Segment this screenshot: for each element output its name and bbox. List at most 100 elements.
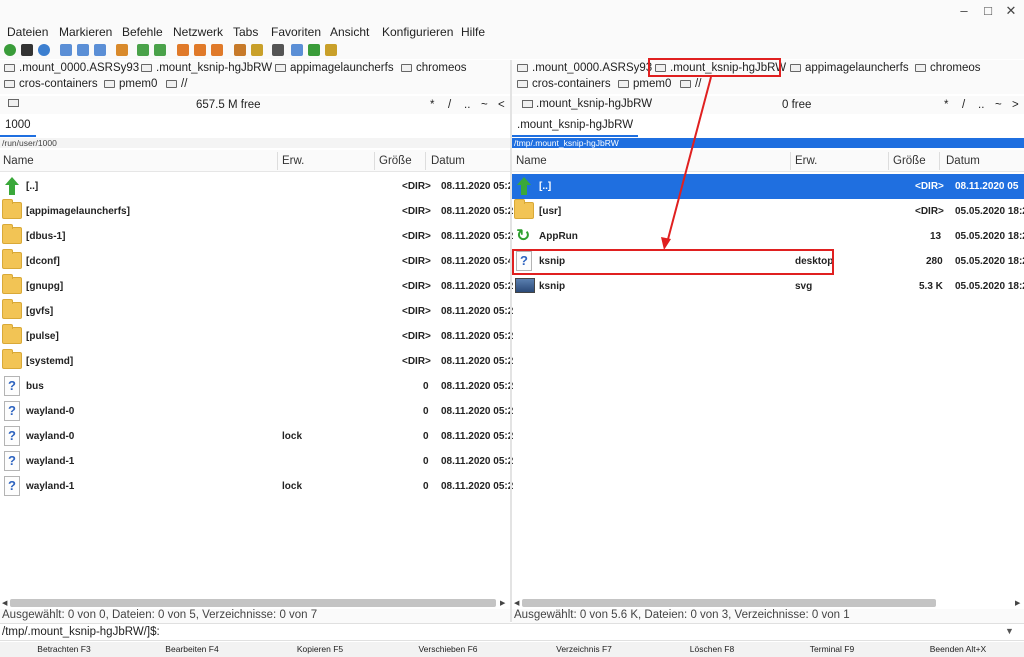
right-path-bar[interactable]: /tmp/.mount_ksnip-hgJbRW	[512, 138, 1024, 148]
left-nav-root[interactable]: *	[430, 99, 434, 111]
menu-ansicht[interactable]: Ansicht	[330, 25, 369, 39]
column-separator[interactable]	[790, 152, 791, 170]
menu-netzwerk[interactable]: Netzwerk	[173, 25, 223, 39]
right-col-ext[interactable]: Erw.	[795, 155, 817, 167]
split-icon[interactable]	[234, 44, 246, 56]
menu-hilfe[interactable]: Hilfe	[461, 25, 485, 39]
table-row[interactable]: [usr] <DIR> 05.05.2020 18:2	[512, 199, 1024, 224]
f9-terminal-button[interactable]: Terminal F9	[768, 644, 896, 654]
left-drive-mount-0000[interactable]: .mount_0000.ASRSy93	[4, 62, 139, 78]
right-col-date[interactable]: Datum	[946, 155, 980, 167]
menu-konfigurieren[interactable]: Konfigurieren	[382, 25, 453, 39]
compare-right-icon[interactable]	[154, 44, 166, 56]
right-nav-home[interactable]: ~	[995, 99, 1002, 111]
compare-left-icon[interactable]	[137, 44, 149, 56]
select-icon[interactable]	[116, 44, 128, 56]
table-row[interactable]: [..] <DIR> 08.11.2020 05:2	[0, 174, 513, 199]
refresh-icon[interactable]	[4, 44, 16, 56]
left-drive-mount-ksnip[interactable]: .mount_ksnip-hgJbRW	[141, 62, 272, 78]
menu-favoriten[interactable]: Favoriten	[271, 25, 321, 39]
unpack-icon[interactable]	[194, 44, 206, 56]
table-row[interactable]: ↻ AppRun 13 05.05.2020 18:2	[512, 224, 1024, 249]
menu-befehle[interactable]: Befehle	[122, 25, 163, 39]
right-drive-cros-containers[interactable]: cros-containers	[517, 78, 611, 94]
right-current-drive[interactable]: .mount_ksnip-hgJbRW	[522, 98, 652, 110]
f7-mkdir-button[interactable]: Verzeichnis F7	[520, 644, 648, 654]
table-row[interactable]: ? wayland-0 lock 0 08.11.2020 05:2	[0, 424, 513, 449]
right-drive-appimagelauncherfs[interactable]: appimagelauncherfs	[790, 62, 909, 78]
right-scroll-left-icon[interactable]: ◀	[514, 599, 519, 607]
column-separator[interactable]	[939, 152, 940, 170]
pane-divider[interactable]	[510, 60, 512, 622]
left-horizontal-scrollbar[interactable]	[10, 599, 496, 607]
left-col-name[interactable]: Name	[3, 155, 34, 167]
network-icon[interactable]	[38, 44, 50, 56]
table-row[interactable]: ? wayland-0 0 08.11.2020 05:2	[0, 399, 513, 424]
f3-view-button[interactable]: Betrachten F3	[0, 644, 128, 654]
table-row[interactable]: [pulse] <DIR> 08.11.2020 05:2	[0, 324, 513, 349]
left-scroll-left-icon[interactable]: ◀	[2, 599, 7, 607]
full-view-icon[interactable]	[77, 44, 89, 56]
f8-delete-button[interactable]: Löschen F8	[648, 644, 776, 654]
left-nav-slash[interactable]: /	[448, 99, 451, 111]
right-drive-chromeos[interactable]: chromeos	[915, 62, 981, 78]
right-tab[interactable]: .mount_ksnip-hgJbRW	[512, 116, 638, 137]
right-scroll-right-icon[interactable]: ▶	[1015, 599, 1020, 607]
left-drive-appimagelauncherfs[interactable]: appimagelauncherfs	[275, 62, 394, 78]
columns-view-icon[interactable]	[94, 44, 106, 56]
left-path-bar[interactable]: /run/user/1000	[0, 138, 510, 148]
multi-rename-icon[interactable]	[291, 44, 303, 56]
left-tab[interactable]: 1000	[0, 116, 36, 137]
table-row[interactable]: ? bus 0 08.11.2020 05:2	[0, 374, 513, 399]
f4-edit-button[interactable]: Bearbeiten F4	[128, 644, 256, 654]
menu-dateien[interactable]: Dateien	[7, 25, 48, 39]
table-row[interactable]: [dconf] <DIR> 08.11.2020 05:4	[0, 249, 513, 274]
table-row[interactable]: ksnip svg 5.3 K 05.05.2020 18:2	[512, 274, 1024, 299]
right-nav-slash[interactable]: /	[962, 99, 965, 111]
left-scroll-right-icon[interactable]: ▶	[500, 599, 505, 607]
pack-icon[interactable]	[177, 44, 189, 56]
left-nav-back[interactable]: <	[498, 99, 505, 111]
table-row[interactable]: [systemd] <DIR> 08.11.2020 05:2	[0, 349, 513, 374]
table-row[interactable]: [gvfs] <DIR> 08.11.2020 05:2	[0, 299, 513, 324]
table-row[interactable]: ? wayland-1 lock 0 08.11.2020 05:2	[0, 474, 513, 499]
table-row[interactable]: [gnupg] <DIR> 08.11.2020 05:2	[0, 274, 513, 299]
left-drive-chromeos[interactable]: chromeos	[401, 62, 467, 78]
left-col-date[interactable]: Datum	[431, 155, 465, 167]
test-archive-icon[interactable]	[211, 44, 223, 56]
left-nav-up[interactable]: ..	[464, 99, 470, 111]
command-input[interactable]	[162, 625, 1002, 640]
left-drive-network[interactable]: //	[166, 78, 187, 94]
right-col-size[interactable]: Größe	[893, 155, 926, 167]
close-icon[interactable]: ✕	[1003, 3, 1019, 19]
terminal-icon[interactable]	[21, 44, 33, 56]
column-separator[interactable]	[425, 152, 426, 170]
exit-button[interactable]: Beenden Alt+X	[894, 644, 1022, 654]
f5-copy-button[interactable]: Kopieren F5	[256, 644, 384, 654]
right-nav-root[interactable]: *	[944, 99, 948, 111]
table-row[interactable]: ? wayland-1 0 08.11.2020 05:2	[0, 449, 513, 474]
column-separator[interactable]	[888, 152, 889, 170]
right-drive-network[interactable]: //	[680, 78, 701, 94]
menu-markieren[interactable]: Markieren	[59, 25, 112, 39]
combine-icon[interactable]	[251, 44, 263, 56]
left-col-ext[interactable]: Erw.	[282, 155, 304, 167]
right-nav-up[interactable]: ..	[978, 99, 984, 111]
minimize-icon[interactable]: –	[956, 3, 972, 19]
brief-view-icon[interactable]	[60, 44, 72, 56]
left-col-size[interactable]: Größe	[379, 155, 412, 167]
table-row[interactable]: [..] <DIR> 08.11.2020 05	[512, 174, 1024, 199]
table-row[interactable]: [dbus-1] <DIR> 08.11.2020 05:2	[0, 224, 513, 249]
right-drive-mount-0000[interactable]: .mount_0000.ASRSy93	[517, 62, 652, 78]
right-horizontal-scrollbar[interactable]	[522, 599, 936, 607]
maximize-icon[interactable]: □	[980, 3, 996, 19]
right-nav-forward[interactable]: >	[1012, 99, 1019, 111]
options-icon[interactable]	[325, 44, 337, 56]
left-current-drive-icon[interactable]	[8, 98, 19, 110]
table-row[interactable]: [appimagelauncherfs] <DIR> 08.11.2020 05…	[0, 199, 513, 224]
right-col-name[interactable]: Name	[516, 155, 547, 167]
chevron-down-icon[interactable]: ▼	[1005, 626, 1014, 636]
menu-tabs[interactable]: Tabs	[233, 25, 258, 39]
right-drive-pmem0[interactable]: pmem0	[618, 78, 671, 94]
column-separator[interactable]	[374, 152, 375, 170]
